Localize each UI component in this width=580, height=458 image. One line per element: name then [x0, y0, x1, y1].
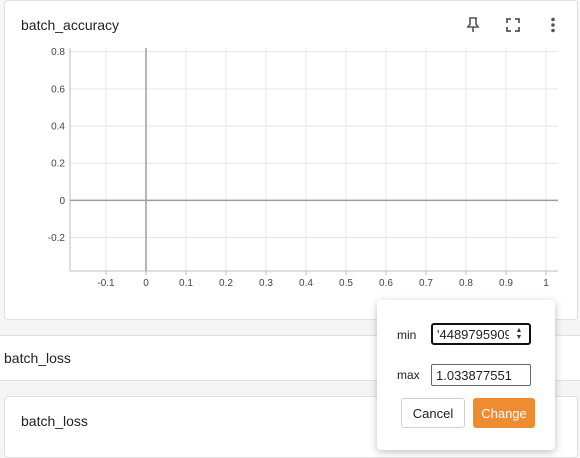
x-tick-label: 0.3 [259, 278, 273, 289]
x-tick-label: 0.9 [499, 278, 513, 289]
y-tick-label: 0.2 [51, 159, 65, 170]
x-tick-label: 1 [543, 278, 549, 289]
x-tick-label: 0.8 [459, 278, 473, 289]
y-tick-label: 0 [59, 196, 65, 207]
y-tick-label: 0.6 [51, 84, 65, 95]
min-stepper-icon[interactable]: ▲ ▼ [512, 326, 526, 342]
y-tick-label: 0.4 [51, 122, 65, 133]
chart-grid [70, 48, 558, 275]
change-button[interactable]: Change [473, 398, 535, 428]
x-tick-label: 0.4 [299, 278, 313, 289]
x-tick-label: 0.6 [379, 278, 393, 289]
x-tick-label: 0.2 [219, 278, 233, 289]
section-title: batch_loss [4, 350, 71, 366]
max-label: max [397, 368, 420, 382]
y-tick-label: 0.8 [51, 47, 65, 58]
axis-range-popup: min ▲▼ max Cancel Change [377, 300, 555, 450]
accuracy-chart[interactable]: -0.1 0 0.1 0.2 0.3 0.4 0.5 0.6 0.7 0.8 0.9 1 0.8 0.6… [0, 0, 580, 320]
x-tick-label: 0 [143, 278, 149, 289]
cancel-button[interactable]: Cancel [401, 398, 465, 428]
y-tick-label: -0.2 [48, 233, 66, 244]
x-tick-label: -0.1 [97, 278, 115, 289]
x-tick-label: 0.1 [179, 278, 193, 289]
max-input[interactable] [431, 364, 531, 386]
min-label: min [397, 328, 417, 342]
x-tick-label: 0.5 [339, 278, 353, 289]
x-tick-label: 0.7 [419, 278, 433, 289]
y-tick-labels: 0.8 0.6 0.4 0.2 0 -0.2 [48, 47, 66, 244]
x-tick-labels: -0.1 0 0.1 0.2 0.3 0.4 0.5 0.6 0.7 0.8 0.9 1 [97, 278, 549, 289]
card-title: batch_loss [21, 413, 88, 429]
